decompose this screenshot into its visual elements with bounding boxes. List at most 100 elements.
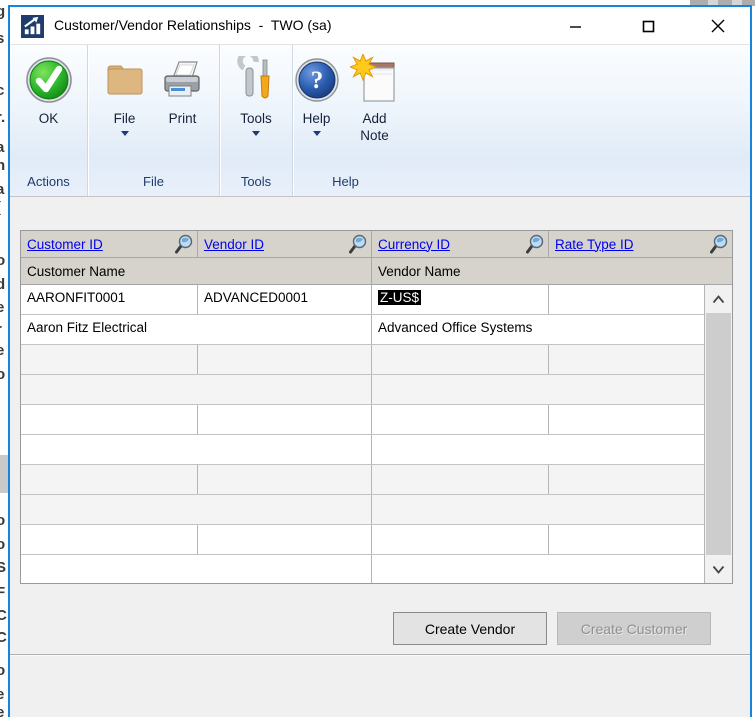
close-icon: [711, 19, 725, 33]
currency-id-lookup-icon[interactable]: [525, 234, 545, 254]
background-text-fragment: r: [0, 321, 2, 338]
ribbon-toolbar: OK Actions File: [10, 45, 750, 197]
ribbon-group-tools: Tools Tools: [220, 45, 293, 196]
record-name-row[interactable]: Aaron Fitz Electrical Advanced Office Sy…: [21, 315, 704, 345]
background-text-fragment: C: [0, 607, 7, 624]
table-row-empty[interactable]: [21, 495, 704, 525]
print-button[interactable]: Print: [154, 50, 212, 129]
ribbon-group-label-actions: Actions: [10, 171, 87, 196]
column-header-customer-name: Customer Name: [21, 258, 372, 284]
add-note-icon: [350, 52, 400, 108]
folder-icon: [100, 52, 150, 108]
vendor-id-cell[interactable]: ADVANCED0001: [198, 285, 372, 314]
ribbon-group-actions: OK Actions: [10, 45, 88, 196]
chevron-up-icon: [712, 295, 725, 304]
table-row-empty[interactable]: [21, 405, 704, 435]
ribbon-group-label-file: File: [88, 171, 219, 196]
ribbon-group-label-tools: Tools: [220, 171, 292, 196]
vendor-id-lookup-icon[interactable]: [348, 234, 368, 254]
maximize-button[interactable]: [625, 7, 671, 45]
currency-id-link[interactable]: Currency ID: [378, 237, 450, 252]
maximize-icon: [642, 20, 655, 33]
help-icon: ?: [292, 52, 342, 108]
help-menu-button[interactable]: ? Help: [288, 50, 346, 138]
minimize-icon: [569, 20, 582, 33]
background-text-fragment: F: [0, 584, 5, 601]
column-header-currency-id: Currency ID: [372, 231, 549, 257]
scrollbar-thumb[interactable]: [706, 313, 731, 555]
close-button[interactable]: [695, 7, 741, 45]
background-text-fragment: o: [0, 512, 5, 529]
app-chart-icon: [21, 15, 44, 38]
ribbon-empty-space: [398, 45, 750, 196]
chevron-down-icon: [712, 565, 725, 574]
customer-vendor-relationships-window: Customer/Vendor Relationships - TWO (sa): [8, 5, 752, 717]
background-text-fragment: e: [0, 342, 4, 359]
background-text-fragment: e: [0, 704, 4, 721]
background-text-fragment: C: [0, 629, 7, 646]
svg-text:?: ?: [310, 67, 323, 94]
minimize-button[interactable]: [552, 7, 598, 45]
ok-check-icon: [24, 52, 74, 108]
window-title: Customer/Vendor Relationships - TWO (sa): [54, 17, 332, 33]
selected-currency-text: Z-US$: [378, 290, 421, 305]
customer-id-lookup-icon[interactable]: [174, 234, 194, 254]
background-text-fragment: o: [0, 366, 5, 383]
table-row-empty[interactable]: [21, 345, 704, 375]
vertical-scrollbar[interactable]: [704, 285, 732, 583]
ok-button[interactable]: OK: [20, 50, 78, 129]
background-text-fragment: e: [0, 299, 4, 316]
customer-id-cell[interactable]: AARONFIT0001: [21, 285, 198, 314]
column-header-vendor-name: Vendor Name: [372, 258, 732, 284]
vendor-name-cell[interactable]: Advanced Office Systems: [372, 315, 704, 344]
background-text-fragment: o: [0, 662, 5, 679]
record-id-row[interactable]: AARONFIT0001 ADVANCED0001 Z-US$: [21, 285, 704, 315]
add-note-button[interactable]: Add Note: [346, 50, 404, 146]
rate-type-id-cell[interactable]: [549, 285, 704, 314]
create-vendor-button[interactable]: Create Vendor: [393, 612, 547, 645]
relationships-grid: Customer ID Vendor ID Currency ID: [20, 230, 733, 584]
table-row-empty[interactable]: [21, 465, 704, 495]
grid-name-header-row: Customer Name Vendor Name: [21, 258, 732, 285]
rate-type-id-lookup-icon[interactable]: [709, 234, 729, 254]
column-header-vendor-id: Vendor ID: [198, 231, 372, 257]
customer-name-cell[interactable]: Aaron Fitz Electrical: [21, 315, 372, 344]
table-row-empty[interactable]: [21, 555, 704, 583]
grid-column-header-row: Customer ID Vendor ID Currency ID: [21, 231, 732, 258]
table-row-empty[interactable]: [21, 435, 704, 465]
background-text-fragment: r.: [0, 109, 5, 126]
background-text-fragment: S: [0, 559, 6, 576]
grid-body-rows: AARONFIT0001 ADVANCED0001 Z-US$ Aaron Fi…: [21, 285, 704, 583]
customer-id-link[interactable]: Customer ID: [27, 237, 103, 252]
background-text-fragment: a: [0, 181, 4, 198]
create-customer-button: Create Customer: [557, 612, 711, 645]
background-text-fragment: d: [0, 276, 5, 293]
background-text-fragment: h: [0, 157, 5, 174]
background-text-fragment: e: [0, 686, 4, 703]
column-header-rate-type-id: Rate Type ID: [549, 231, 732, 257]
vendor-id-link[interactable]: Vendor ID: [204, 237, 264, 252]
chevron-down-icon: [252, 131, 260, 136]
column-header-customer-id: Customer ID: [21, 231, 198, 257]
currency-id-cell[interactable]: Z-US$: [372, 285, 549, 314]
table-row-empty[interactable]: [21, 525, 704, 555]
tools-icon: [231, 52, 281, 108]
background-text-fragment: s: [0, 30, 4, 47]
ribbon-group-label-help: Help: [293, 171, 398, 196]
scroll-up-button[interactable]: [705, 285, 732, 313]
background-text-fragment: c: [0, 82, 4, 99]
table-row-empty[interactable]: [21, 375, 704, 405]
background-text-fragment: g: [0, 3, 5, 20]
rate-type-id-link[interactable]: Rate Type ID: [555, 237, 634, 252]
background-text-fragment: o: [0, 252, 5, 269]
printer-icon: [158, 52, 208, 108]
chevron-down-icon: [121, 131, 129, 136]
scroll-down-button[interactable]: [705, 555, 732, 583]
background-text-fragment: a: [0, 139, 4, 156]
ribbon-group-help: ? Help Add Note: [293, 45, 398, 196]
file-menu-button[interactable]: File: [96, 50, 154, 138]
chevron-down-icon: [313, 131, 321, 136]
title-bar[interactable]: Customer/Vendor Relationships - TWO (sa): [10, 7, 750, 45]
tools-menu-button[interactable]: Tools: [227, 50, 285, 138]
ribbon-group-file: File Print: [88, 45, 220, 196]
